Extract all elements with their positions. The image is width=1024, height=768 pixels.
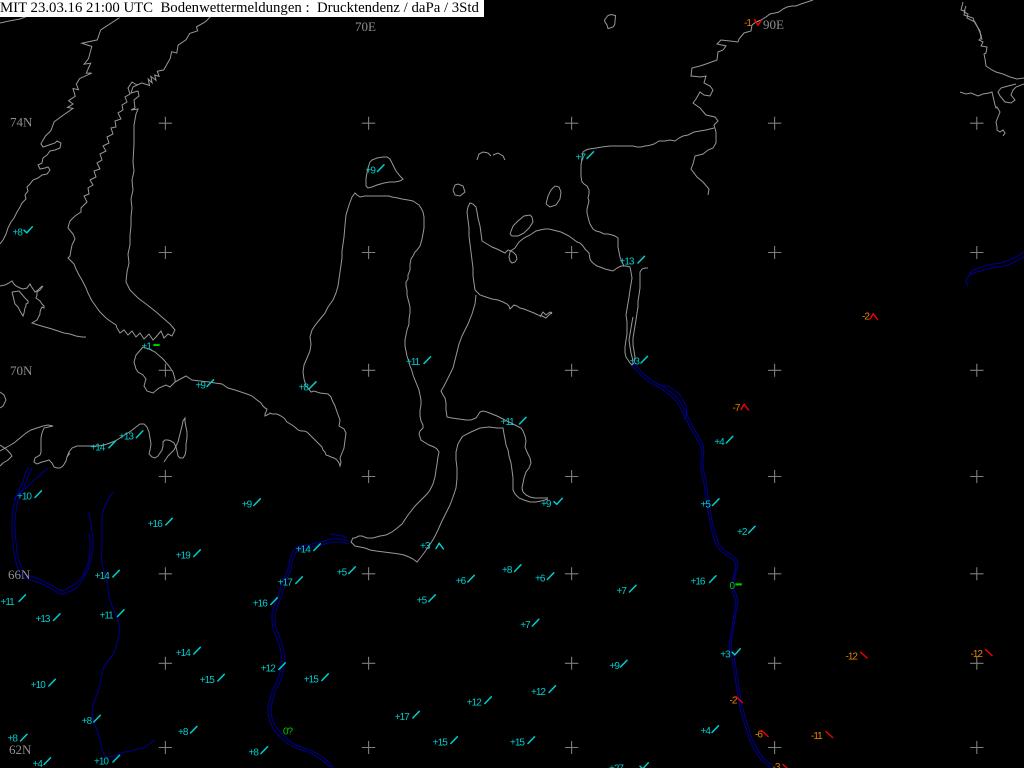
svg-text:+9: +9: [610, 661, 621, 672]
svg-text:+7: +7: [617, 586, 628, 597]
svg-text:+12: +12: [261, 664, 276, 675]
svg-text:+13: +13: [36, 614, 51, 625]
svg-text:+16: +16: [691, 577, 706, 588]
svg-text:+4: +4: [701, 726, 712, 737]
svg-text:+5: +5: [337, 568, 348, 579]
svg-text:+12: +12: [531, 687, 546, 698]
svg-text:+14: +14: [95, 571, 110, 582]
svg-text:+27: +27: [609, 764, 624, 768]
svg-text:+14: +14: [176, 648, 191, 659]
svg-text:+3: +3: [420, 541, 431, 552]
svg-text:+7: +7: [576, 153, 587, 164]
svg-text:+16: +16: [253, 599, 268, 610]
svg-text:+19: +19: [176, 551, 191, 562]
svg-text:+10: +10: [94, 757, 109, 768]
svg-text:+4: +4: [714, 437, 725, 448]
svg-text:-12: -12: [971, 649, 984, 660]
svg-text:-11: -11: [811, 731, 823, 742]
svg-text:-3: -3: [773, 762, 781, 768]
svg-text:-1: -1: [744, 18, 752, 29]
svg-text:+15: +15: [510, 738, 525, 749]
svg-text:+8: +8: [8, 734, 19, 745]
svg-text:+11: +11: [1, 597, 16, 608]
svg-text:74N: 74N: [10, 115, 33, 130]
svg-text:+4: +4: [33, 759, 44, 768]
svg-text:+9: +9: [541, 499, 552, 510]
svg-text:+15: +15: [433, 738, 448, 749]
svg-text:+5: +5: [417, 596, 428, 607]
svg-text:+9: +9: [242, 500, 253, 511]
svg-text:+3: +3: [630, 357, 641, 368]
svg-text:+13: +13: [119, 432, 134, 443]
svg-text:+11: +11: [100, 611, 115, 622]
svg-text:+3: +3: [720, 650, 731, 661]
svg-text:+11: +11: [406, 357, 421, 368]
svg-text:+17: +17: [278, 578, 293, 589]
svg-text:+10: +10: [17, 492, 32, 503]
svg-text:+6: +6: [535, 574, 546, 585]
svg-text:+12: +12: [467, 698, 482, 709]
svg-text:+14: +14: [90, 442, 105, 453]
svg-text:+8: +8: [178, 727, 189, 738]
svg-text:+8: +8: [249, 748, 260, 759]
svg-text:+15: +15: [200, 675, 215, 686]
svg-text:+2: +2: [737, 527, 748, 538]
svg-text:+15: +15: [304, 675, 319, 686]
svg-text:+9: +9: [366, 166, 377, 177]
svg-text:+6: +6: [456, 576, 467, 587]
svg-text:+8: +8: [13, 228, 24, 239]
svg-text:+10: +10: [31, 680, 46, 691]
svg-text:-7: -7: [733, 403, 741, 414]
svg-text:+7: +7: [520, 620, 531, 631]
svg-text:-12: -12: [846, 652, 859, 663]
svg-text:0?: 0?: [283, 727, 294, 738]
svg-text:+8: +8: [82, 716, 93, 727]
svg-text:-2: -2: [862, 312, 870, 323]
svg-text:90E: 90E: [763, 17, 784, 32]
svg-text:+8: +8: [502, 565, 513, 576]
svg-text:+13: +13: [620, 257, 635, 268]
svg-text:+8: +8: [299, 383, 310, 394]
svg-text:70N: 70N: [10, 363, 33, 378]
svg-text:+16: +16: [148, 519, 163, 530]
svg-text:66N: 66N: [8, 567, 31, 582]
svg-text:70E: 70E: [355, 19, 376, 34]
svg-text:+17: +17: [395, 712, 410, 723]
svg-text:+5: +5: [701, 500, 712, 511]
svg-text:+14: +14: [296, 545, 311, 556]
svg-text:+1: +1: [142, 342, 153, 353]
svg-text:+11: +11: [501, 417, 516, 428]
svg-text:+9: +9: [196, 381, 207, 392]
